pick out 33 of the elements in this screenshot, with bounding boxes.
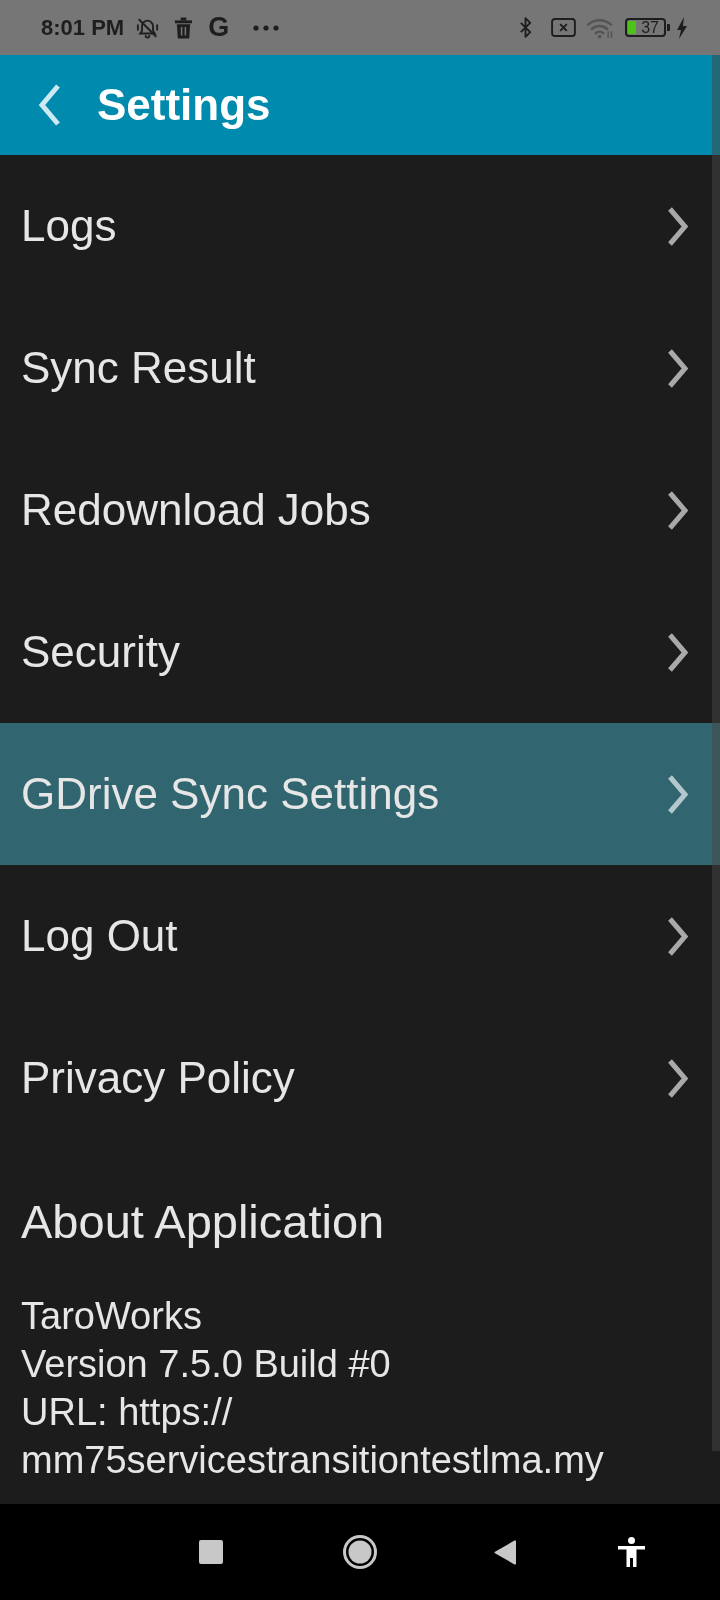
- menu-item[interactable]: Logs: [0, 155, 720, 297]
- battery-indicator: 37: [625, 18, 670, 37]
- about-text-line: URL: https://: [21, 1390, 234, 1435]
- chevron-right-icon: [667, 773, 689, 815]
- menu-item[interactable]: Sync Result: [0, 297, 720, 439]
- chevron-right-icon: [667, 489, 689, 531]
- back-icon[interactable]: [494, 1539, 517, 1565]
- notification-label: G: [208, 14, 230, 41]
- chevron-right-icon: [667, 631, 689, 673]
- chevron-right-icon: [667, 1057, 689, 1099]
- trash-icon: [174, 16, 194, 39]
- menu-item[interactable]: Log Out: [0, 865, 720, 1007]
- menu-item[interactable]: Security: [0, 581, 720, 723]
- charging-bolt-icon: [676, 16, 688, 39]
- chevron-right-icon: [667, 347, 689, 389]
- menu-item[interactable]: GDrive Sync Settings: [0, 723, 720, 865]
- menu-item[interactable]: Privacy Policy: [0, 1007, 720, 1149]
- chevron-right-icon: [667, 915, 689, 957]
- section-heading: About Application: [21, 1194, 386, 1250]
- bell-slash-icon: [136, 16, 160, 39]
- x-box-icon: [551, 18, 576, 37]
- about-text-line: Version 7.5.0 Build #0: [21, 1342, 392, 1387]
- about-text-line: TaroWorks: [21, 1294, 203, 1339]
- accessibility-icon[interactable]: [618, 1537, 645, 1567]
- wifi-icon: [586, 16, 615, 39]
- bluetooth-icon: [518, 16, 533, 39]
- status-time: 8:01 PM: [41, 14, 125, 41]
- menu-item[interactable]: Redownload Jobs: [0, 439, 720, 581]
- screen-title: Settings: [97, 80, 271, 130]
- more-icon: [253, 24, 280, 31]
- chevron-right-icon: [667, 205, 689, 247]
- about-text-line: mm75servicestransitiontestlma.my: [21, 1438, 605, 1483]
- home-icon[interactable]: [343, 1535, 377, 1569]
